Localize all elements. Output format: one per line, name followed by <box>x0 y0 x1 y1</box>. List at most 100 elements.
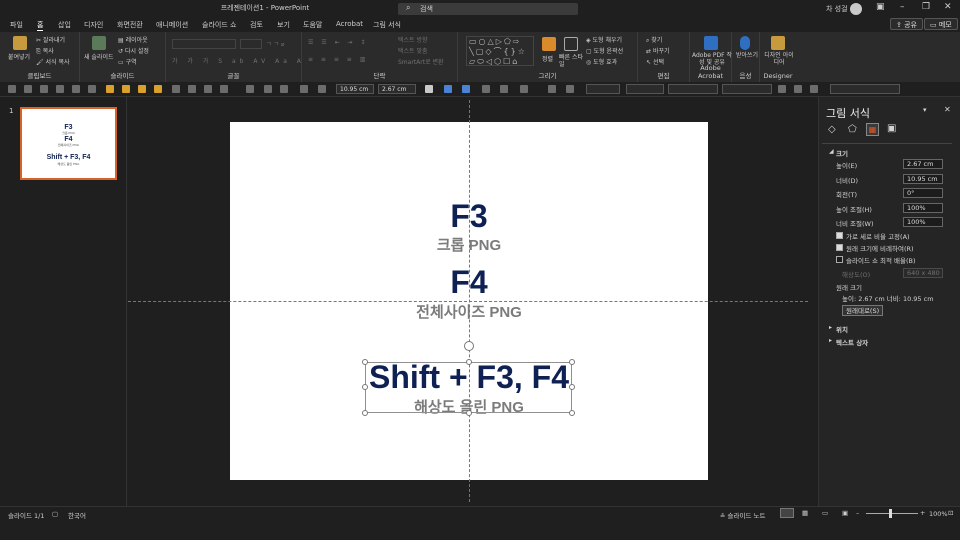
qat-icon[interactable] <box>520 85 528 93</box>
slideshow-view-icon[interactable]: ▣ <box>842 509 848 517</box>
font-name-dropdown[interactable] <box>172 39 236 49</box>
zoom-slider[interactable] <box>866 513 918 514</box>
rotation-field[interactable]: 0° <box>903 188 943 198</box>
picture-icon[interactable]: ▣ <box>887 123 896 134</box>
reading-view-icon[interactable]: ▭ <box>822 509 828 517</box>
resolution-dropdown[interactable]: 640 x 480 <box>903 268 943 278</box>
reset-button[interactable]: ↺ 다시 설정 <box>118 46 149 55</box>
zoom-in-icon[interactable]: + <box>920 509 925 517</box>
qat-icon[interactable] <box>264 85 272 93</box>
qat-icon[interactable] <box>154 85 162 93</box>
smartart-button[interactable]: SmartArt로 변환 <box>398 57 444 66</box>
layout-button[interactable]: ▤ 레이아웃 <box>118 35 148 44</box>
position-section-icon[interactable]: ▸ <box>829 324 832 331</box>
qat-icon[interactable] <box>462 85 470 93</box>
accessibility-icon[interactable]: ▢ <box>52 510 58 518</box>
tab-transitions[interactable]: 화면전환 <box>117 20 143 30</box>
resize-handle[interactable] <box>466 410 472 416</box>
width-field[interactable]: 10.95 cm <box>903 174 943 184</box>
size-properties-icon[interactable]: ▦ <box>866 123 879 136</box>
qat-icon[interactable] <box>122 85 130 93</box>
minimize-icon[interactable]: – <box>900 2 905 12</box>
resize-handle[interactable] <box>362 384 368 390</box>
selection-box[interactable] <box>365 362 572 413</box>
replace-button[interactable]: ⇄ 바꾸기 <box>646 46 670 55</box>
dictate-button[interactable]: 받아쓰기 <box>735 52 759 59</box>
shape-effects-button[interactable]: ◎ 도형 효과 <box>586 57 617 66</box>
qat-dropdown[interactable] <box>586 84 620 94</box>
quick-styles-button[interactable]: 빠른 스타일 <box>559 54 583 68</box>
tab-file[interactable]: 파일 <box>10 20 23 30</box>
qat-icon[interactable] <box>566 85 574 93</box>
qat-icon[interactable] <box>72 85 80 93</box>
tab-help[interactable]: 도움말 <box>303 20 322 30</box>
qat-dropdown[interactable] <box>722 84 772 94</box>
notes-button[interactable]: ≗ 슬라이드 노트 <box>720 510 765 520</box>
resize-handle[interactable] <box>362 410 368 416</box>
slide-heading-f4[interactable]: F4 <box>230 264 708 301</box>
tab-view[interactable]: 보기 <box>277 20 290 30</box>
scale-height-field[interactable]: 100% <box>903 203 943 213</box>
qat-icon[interactable] <box>300 85 308 93</box>
qat-icon[interactable] <box>138 85 146 93</box>
tab-design[interactable]: 디자인 <box>84 20 103 30</box>
qat-icon[interactable] <box>318 85 326 93</box>
share-button[interactable]: ⇪ 공유 <box>890 18 923 30</box>
font-style-icons[interactable]: 가 가 가 S ab AV Aa A <box>172 56 305 65</box>
qat-icon[interactable] <box>444 85 452 93</box>
size-section-icon[interactable]: ◢ <box>829 148 834 155</box>
qat-icon[interactable] <box>500 85 508 93</box>
arrange-button[interactable]: 정렬 <box>542 54 553 63</box>
text-direction-button[interactable]: 텍스트 방향 <box>398 35 428 44</box>
qat-icon[interactable] <box>40 85 48 93</box>
slide-subtitle-fullsize[interactable]: 전체사이즈 PNG <box>230 301 708 322</box>
resize-handle[interactable] <box>466 359 472 365</box>
resize-handle[interactable] <box>362 359 368 365</box>
tab-insert[interactable]: 삽입 <box>58 20 71 30</box>
align-text-button[interactable]: 텍스트 맞춤 <box>398 46 428 55</box>
zoom-slider-thumb[interactable] <box>889 509 892 518</box>
qat-icon[interactable] <box>482 85 490 93</box>
font-size-dropdown[interactable] <box>240 39 262 49</box>
list-icons[interactable]: ☰ ☰ ⇤ ⇥ ↕ <box>308 39 368 46</box>
qat-icon[interactable] <box>220 85 228 93</box>
normal-view-icon[interactable] <box>780 508 794 518</box>
new-slide-button[interactable]: 새 슬라이드 <box>84 52 114 61</box>
size-section-header[interactable]: 크기 <box>836 148 848 158</box>
slide-sorter-icon[interactable]: ▦ <box>802 509 808 517</box>
resize-handle[interactable] <box>569 359 575 365</box>
shape-fill-button[interactable]: ◈ 도형 채우기 <box>586 35 622 44</box>
find-button[interactable]: ⌕ 찾기 <box>646 35 662 45</box>
qat-icon[interactable] <box>172 85 180 93</box>
zoom-out-icon[interactable]: – <box>856 509 859 517</box>
font-grow-icons[interactable]: ㄱ ㄱ ⌀ <box>266 39 284 48</box>
copy-button[interactable]: ⎘ 복사 <box>36 46 54 56</box>
reset-size-button[interactable]: 원래대로(S) <box>842 305 884 316</box>
qat-icon[interactable] <box>188 85 196 93</box>
comments-button[interactable]: ▭ 메모 <box>924 18 958 30</box>
section-button[interactable]: ▭ 구역 <box>118 57 137 66</box>
scale-width-field[interactable]: 100% <box>903 217 943 227</box>
qat-height-field[interactable]: 2.67 cm <box>378 84 416 94</box>
slide-heading-f3[interactable]: F3 <box>230 198 708 235</box>
tab-picture-format[interactable]: 그림 서식 <box>373 20 401 30</box>
textbox-section-icon[interactable]: ▸ <box>829 337 832 344</box>
ribbon-options-icon[interactable]: ▣ <box>876 2 885 12</box>
tab-home[interactable]: 홈 <box>37 20 44 31</box>
zoom-level[interactable]: 100% <box>929 510 948 518</box>
tab-animations[interactable]: 애니메이션 <box>156 20 188 30</box>
slide-count[interactable]: 슬라이드 1/1 <box>8 510 44 520</box>
qat-dropdown[interactable] <box>626 84 664 94</box>
pane-close-icon[interactable]: ✕ <box>944 105 951 114</box>
best-scale-checkbox[interactable] <box>836 256 843 263</box>
format-painter-button[interactable]: 🖌 서식 복사 <box>36 57 70 66</box>
shape-outline-button[interactable]: ▢ 도형 윤곽선 <box>586 46 623 55</box>
tab-slideshow[interactable]: 슬라이드 쇼 <box>202 20 236 30</box>
user-name[interactable]: 차 성걸 <box>826 4 848 14</box>
qat-search-field[interactable] <box>830 84 900 94</box>
pane-options-icon[interactable]: ▾ <box>923 106 927 114</box>
slide-thumbnail[interactable]: F3 크롭 PNG F4 전체사이즈 PNG Shift + F3, F4 해상… <box>20 107 117 180</box>
tab-review[interactable]: 검토 <box>250 20 263 30</box>
qat-width-field[interactable]: 10.95 cm <box>336 84 374 94</box>
qat-icon[interactable] <box>246 85 254 93</box>
